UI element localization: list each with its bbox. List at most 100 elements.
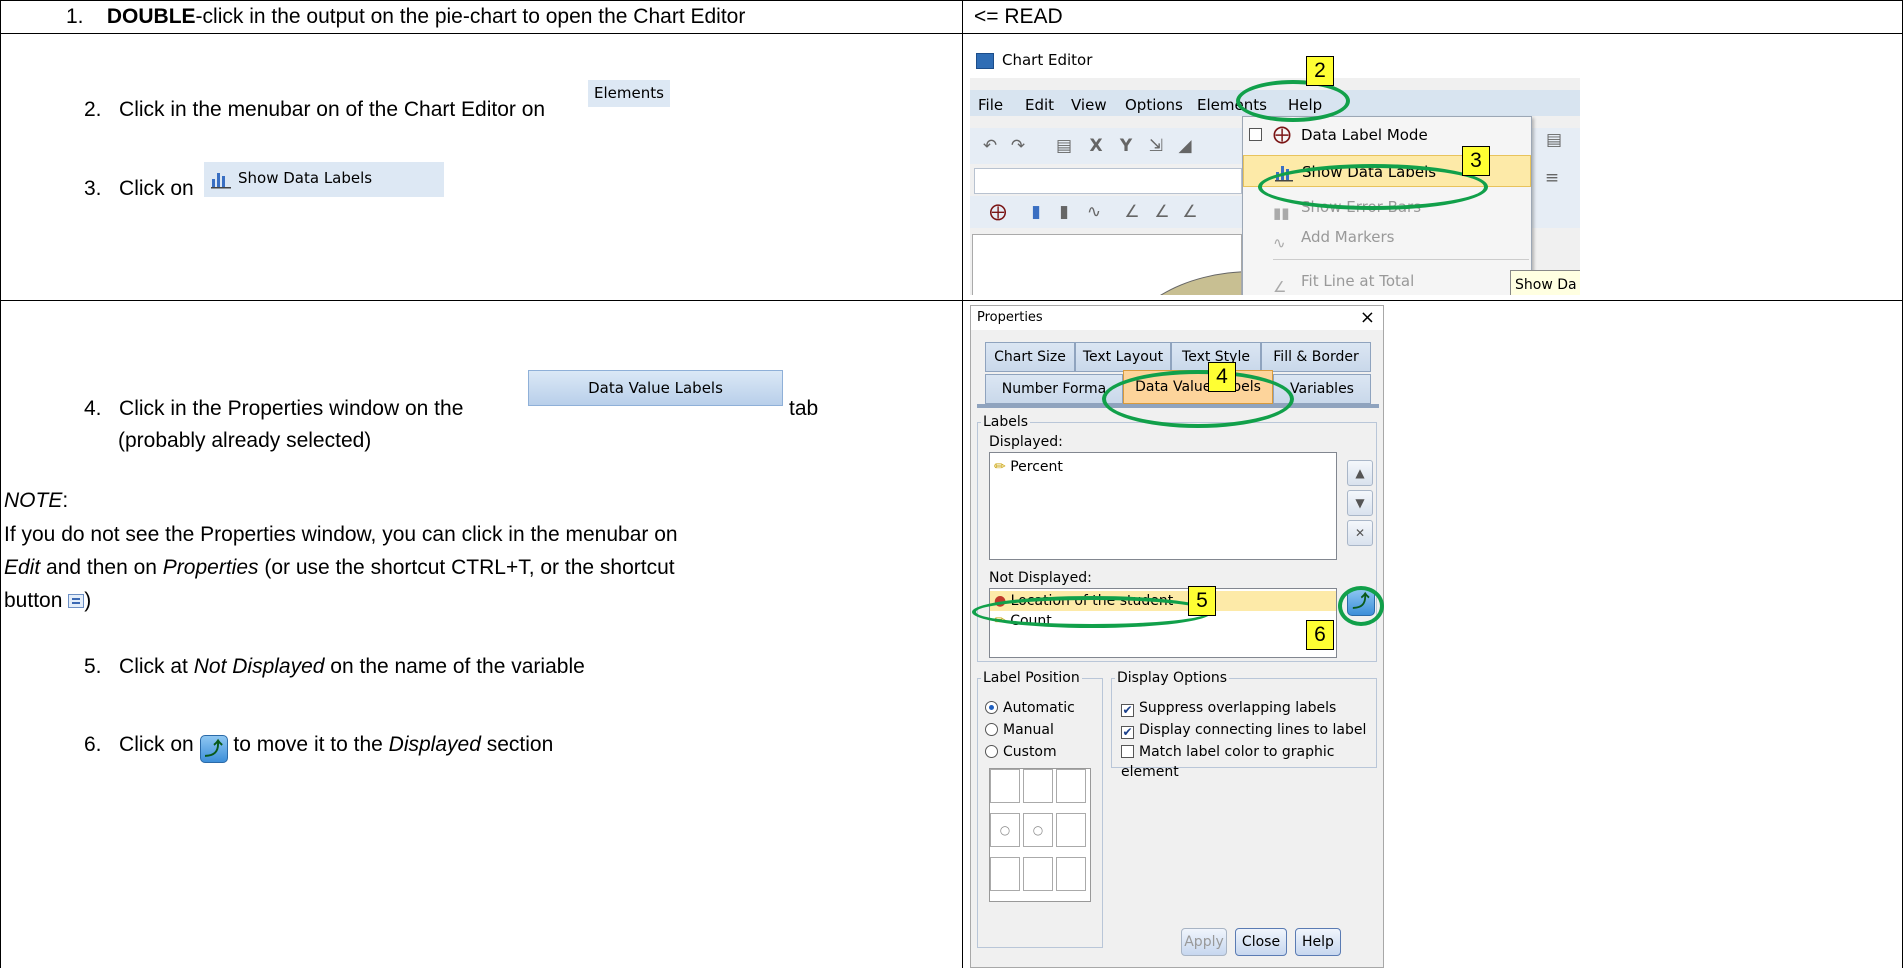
position-automatic[interactable]: Automatic	[985, 698, 1075, 718]
step-1-num: 1.	[66, 5, 84, 28]
step-2-text: Click in the menubar on of the Chart Edi…	[119, 98, 546, 121]
displayed-list[interactable]: ✏ Percent	[989, 452, 1337, 560]
markers-icon[interactable]: ∿	[1084, 202, 1104, 222]
highlight-ring-move-button	[1338, 586, 1384, 626]
dd-fit-line-total[interactable]: ∠ Fit Line at Total	[1243, 265, 1531, 295]
properties-icon[interactable]: ▤	[1054, 136, 1074, 156]
grid-cell[interactable]	[1056, 769, 1086, 803]
interpolation-icon[interactable]: ∠	[1180, 202, 1200, 222]
step-4-line2: (probably already selected)	[118, 429, 372, 452]
fit-line-sub-icon[interactable]: ∠	[1152, 202, 1172, 222]
labels-group-label: Labels	[981, 414, 1031, 430]
scale-icon[interactable]: ⇲	[1146, 136, 1166, 156]
grid-cell[interactable]: ○	[1023, 813, 1053, 847]
properties-title: Properties	[977, 310, 1043, 325]
step-5: 5. Click at Not Displayed on the name of…	[84, 654, 585, 680]
position-custom[interactable]: Custom	[985, 742, 1057, 762]
table-border-row1	[0, 33, 1903, 34]
step-5-num: 5.	[84, 655, 102, 678]
step-4-tab-word: tab	[789, 397, 819, 420]
step-1-bold: DOUBLE	[106, 5, 196, 28]
menu-edit[interactable]: Edit	[1025, 96, 1054, 114]
markers-icon: ∿	[1273, 234, 1286, 252]
menu-view[interactable]: View	[1071, 96, 1107, 114]
y-axis-icon[interactable]: Y	[1116, 136, 1136, 156]
grid-cell[interactable]	[990, 857, 1020, 891]
ruler-icon: ✏	[994, 459, 1006, 475]
option-suppress-label: Suppress overlapping labels	[1139, 700, 1337, 716]
elements-chip-label: Elements	[594, 84, 664, 102]
help-button[interactable]: Help	[1295, 928, 1341, 956]
data-label-mode-checkbox[interactable]	[1249, 128, 1262, 141]
tab-chart-size[interactable]: Chart Size	[985, 342, 1075, 372]
x-axis-icon[interactable]: X	[1086, 136, 1106, 156]
step-6: 6. Click on ⤴ to move it to the Displaye…	[84, 732, 553, 763]
marker-2: 2	[1306, 56, 1334, 86]
grid-cell[interactable]	[1056, 857, 1086, 891]
tab-fill-border[interactable]: Fill & Border	[1261, 342, 1371, 372]
remove-button[interactable]: ✕	[1347, 520, 1373, 546]
grid-cell[interactable]	[1023, 857, 1053, 891]
table-border-row2	[0, 300, 1903, 301]
step-4: 4. Click in the Properties window on the	[84, 396, 463, 422]
move-up-button[interactable]: ▲	[1347, 460, 1373, 486]
radio-custom[interactable]	[985, 745, 998, 758]
step-1-text: -click in the output on the pie-chart to…	[195, 5, 746, 28]
position-manual-label: Manual	[1003, 722, 1054, 738]
checkbox-connecting-lines[interactable]: ✔	[1121, 726, 1134, 739]
text-box-icon[interactable]: ▤	[1544, 130, 1564, 150]
checkbox-match-color[interactable]	[1121, 745, 1134, 758]
option-match-color[interactable]: Match label color to graphic element	[1121, 742, 1383, 780]
menu-options[interactable]: Options	[1125, 96, 1183, 114]
highlight-ring-elements	[1236, 80, 1350, 122]
menu-file[interactable]: File	[978, 96, 1003, 114]
close-icon[interactable]: ×	[1360, 306, 1375, 330]
radio-manual[interactable]	[985, 723, 998, 736]
close-button[interactable]: Close	[1235, 928, 1287, 956]
position-automatic-label: Automatic	[1003, 700, 1075, 716]
option-suppress[interactable]: ✔ Suppress overlapping labels	[1121, 698, 1336, 718]
table-border-left	[0, 0, 1, 968]
data-label-mode-icon[interactable]: ⨁	[988, 202, 1008, 222]
properties-shortcut-icon	[68, 594, 85, 608]
data-value-labels-chip: Data Value Labels	[528, 370, 783, 406]
highlight-ring-location	[972, 596, 1212, 628]
dd-separator	[1273, 259, 1529, 260]
grid-cell[interactable]	[1056, 813, 1086, 847]
undo-icon[interactable]: ↶	[980, 136, 1000, 156]
move-down-button[interactable]: ▼	[1347, 490, 1373, 516]
grid-cell[interactable]	[990, 769, 1020, 803]
note-label: NOTE:	[4, 488, 68, 514]
option-connecting-lines[interactable]: ✔ Display connecting lines to label	[1121, 720, 1366, 740]
step-5-italic: Not Displayed	[193, 655, 325, 678]
table-border-mid	[962, 0, 963, 968]
step-6-num: 6.	[84, 733, 102, 756]
list-item[interactable]: ✏ Percent	[994, 457, 1063, 477]
bar-chart-icon	[211, 173, 231, 189]
error-bars-icon[interactable]: ▮	[1054, 202, 1074, 222]
dd-add-markers-label: Add Markers	[1301, 228, 1395, 246]
chart-type-icon[interactable]: ◢	[1175, 136, 1195, 156]
grid-cell[interactable]	[1023, 769, 1053, 803]
fit-line-total-icon[interactable]: ∠	[1122, 202, 1142, 222]
marker-5: 5	[1188, 586, 1216, 616]
redo-icon[interactable]: ↷	[1008, 136, 1028, 156]
position-manual[interactable]: Manual	[985, 720, 1054, 740]
radio-automatic[interactable]	[985, 701, 998, 714]
properties-titlebar: Properties ×	[971, 306, 1383, 330]
chart-editor-title: Chart Editor	[1002, 51, 1093, 69]
tab-text-layout[interactable]: Text Layout	[1075, 342, 1171, 372]
step-6-text-end: section	[480, 733, 554, 756]
note-line3: button )	[4, 588, 91, 614]
checkbox-suppress[interactable]: ✔	[1121, 704, 1134, 717]
show-labels-icon[interactable]: ▮	[1026, 202, 1046, 222]
align-icon[interactable]: ≡	[1542, 168, 1562, 188]
grid-cell[interactable]: ○	[990, 813, 1020, 847]
crosshair-grid-icon: ⨁	[1273, 124, 1291, 145]
apply-button[interactable]: Apply	[1181, 928, 1227, 956]
dd-add-markers[interactable]: ∿ Add Markers	[1243, 221, 1531, 253]
display-options-group-label: Display Options	[1115, 670, 1230, 686]
elements-chip: Elements	[588, 80, 670, 107]
step-3-text: Click on	[119, 177, 194, 200]
chart-editor-combo[interactable]	[974, 168, 1242, 194]
